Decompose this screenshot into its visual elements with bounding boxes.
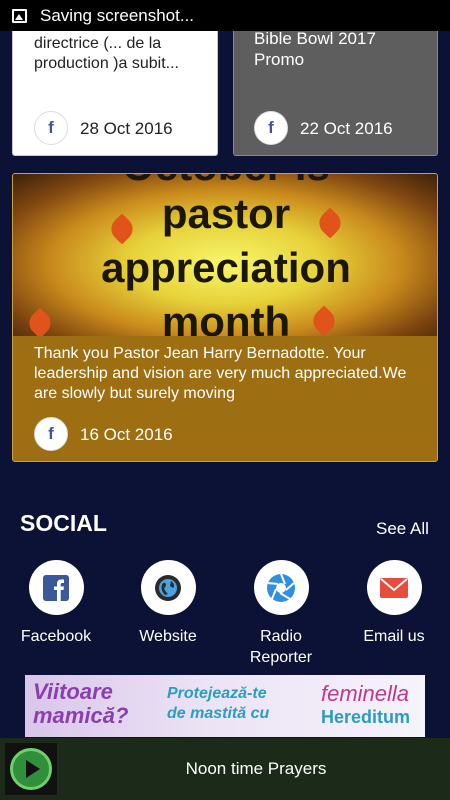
post-excerpt: Bible Bowl 2017 Promo: [254, 29, 376, 69]
post-card-featured[interactable]: October is pastor appreciation month Tha…: [12, 173, 438, 462]
facebook-icon: f: [254, 111, 288, 145]
facebook-icon: f: [34, 111, 68, 145]
social-website[interactable]: Website: [123, 560, 213, 647]
facebook-icon: [28, 560, 84, 615]
player-bar[interactable]: Noon time Prayers: [0, 738, 450, 800]
social-label: Email us: [363, 628, 425, 645]
social-label: Radio Reporter: [249, 628, 313, 666]
ad-headline-line: mamică?: [33, 703, 129, 728]
ad-headline: Viitoare mamică?: [33, 680, 128, 728]
social-label: Website: [139, 628, 197, 645]
envelope-icon: [366, 560, 422, 615]
facebook-icon: f: [34, 417, 68, 451]
post-card[interactable]: Bible Bowl 2017 Promo f 22 Oct 2016: [233, 20, 438, 156]
status-bar: Saving screenshot...: [0, 0, 450, 31]
section-title: SOCIAL: [20, 510, 107, 536]
post-date: 28 Oct 2016: [80, 119, 173, 138]
player-title: Noon time Prayers: [185, 759, 327, 778]
post-image: October is pastor appreciation month: [13, 174, 437, 336]
ad-headline-line: Viitoare: [33, 679, 113, 704]
aperture-icon: [253, 560, 309, 615]
post-excerpt: Thank you Pastor Jean Harry Bernadotte. …: [34, 345, 407, 402]
post-date: 16 Oct 2016: [80, 425, 173, 444]
social-email[interactable]: Email us: [349, 560, 439, 647]
ad-banner[interactable]: Viitoare mamică? Protejează-te de mastit…: [25, 675, 425, 737]
banner-line: appreciation: [101, 244, 351, 291]
image-icon: [12, 8, 27, 23]
ad-product: Hereditum: [321, 707, 411, 727]
post-excerpt: directrice (... de la production )a subi…: [34, 35, 179, 72]
banner-line: pastor: [161, 190, 291, 237]
ad-subtext: Protejează-te de mastită cu: [167, 684, 269, 724]
status-text: Saving screenshot...: [40, 5, 195, 25]
ad-brand: feminella: [321, 681, 410, 706]
post-date: 22 Oct 2016: [300, 119, 393, 138]
social-facebook[interactable]: Facebook: [11, 560, 101, 647]
globe-icon: [140, 560, 196, 615]
see-all-link[interactable]: See All: [376, 519, 429, 539]
banner-line: month: [161, 298, 291, 336]
post-card[interactable]: directrice (... de la production )a subi…: [12, 20, 218, 156]
banner-line: October is: [13, 174, 437, 190]
ad-subtext-line: de mastită cu: [167, 705, 270, 722]
social-label: Facebook: [20, 628, 92, 645]
ad-subtext-line: Protejează-te: [167, 685, 267, 702]
social-radio-reporter[interactable]: Radio Reporter: [236, 560, 326, 668]
